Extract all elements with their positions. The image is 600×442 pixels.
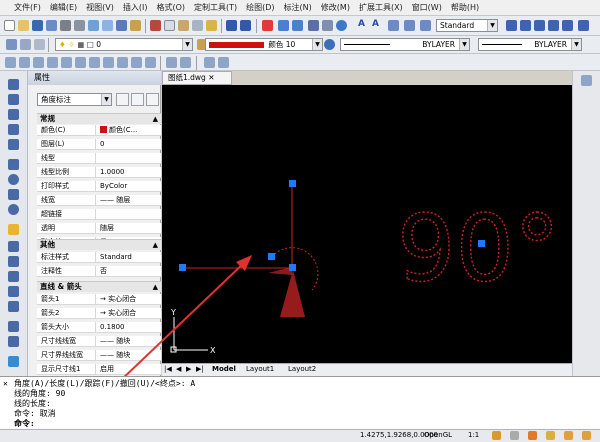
command-line-2: 线的角度: 90 — [14, 389, 66, 398]
workspace-icon[interactable] — [492, 431, 501, 440]
command-prompt[interactable]: 命令: — [14, 419, 35, 428]
nav-prev-button[interactable]: ◀ — [176, 365, 181, 373]
command-line-3: 线的长度: — [14, 399, 51, 408]
tab-model[interactable]: Model — [212, 365, 236, 373]
nav-last-button[interactable]: ▶| — [196, 365, 204, 373]
command-window[interactable]: ✕ 角度(A)/长度(L)/跟踪(F)/撤回(U)/<终点>: A 线的角度: … — [0, 376, 600, 429]
clean-screen-icon[interactable] — [528, 431, 537, 440]
command-line-1: 角度(A)/长度(L)/跟踪(F)/撤回(U)/<终点>: A — [14, 379, 196, 388]
nav-next-button[interactable]: ▶ — [186, 365, 191, 373]
settings-icon[interactable] — [564, 431, 573, 440]
annotation-scale[interactable]: 1:1 — [468, 431, 479, 439]
tab-layout2[interactable]: Layout2 — [288, 365, 316, 373]
status-bar: 1.4275,1.9268,0.0000 OpenGL 1:1 — [0, 429, 600, 442]
renderer-label: OpenGL — [424, 431, 453, 439]
tab-layout1[interactable]: Layout1 — [246, 365, 274, 373]
command-line-4: 命令: 取消 — [14, 409, 56, 418]
side-tool-icon[interactable] — [581, 75, 592, 86]
right-toolbar — [572, 71, 600, 376]
fullscreen-icon[interactable] — [582, 431, 591, 440]
layout-tabs-bar: |◀ ◀ ▶ ▶| Model Layout1 Layout2 — [162, 363, 572, 376]
nav-first-button[interactable]: |◀ — [164, 365, 172, 373]
hardware-icon[interactable] — [546, 431, 555, 440]
lock-icon[interactable] — [510, 431, 519, 440]
command-close-icon[interactable]: ✕ — [3, 379, 8, 388]
